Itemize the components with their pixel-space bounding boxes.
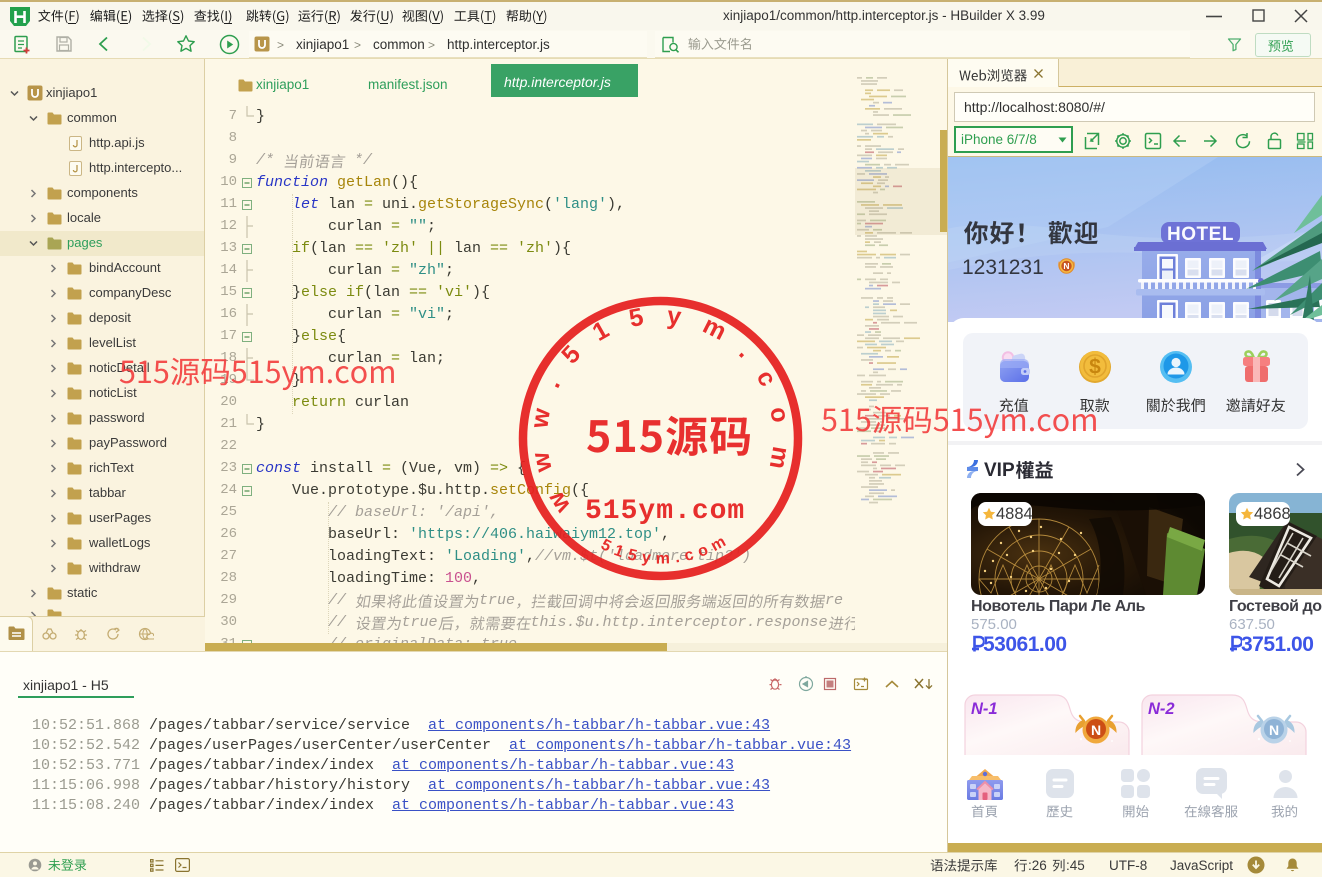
svg-text:5 1 5 y m . c o m: 5 1 5 y m . c o m xyxy=(598,533,729,567)
